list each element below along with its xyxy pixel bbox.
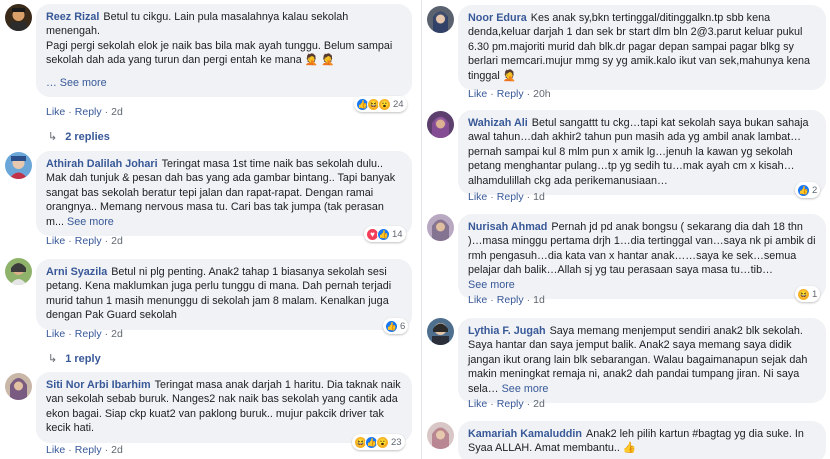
view-replies-link[interactable]: ↳ 2 replies [48, 130, 110, 143]
comment-actions: Like · Reply · 2d [46, 328, 123, 340]
reply-button[interactable]: Reply [497, 88, 524, 100]
replies-count: 2 replies [65, 131, 110, 143]
avatar[interactable] [5, 152, 32, 179]
comment-bubble: Nurisah Ahmad Pernah jd pd anak bongsu ( … [458, 214, 826, 300]
avatar[interactable] [427, 6, 454, 33]
wow-icon: 😮 [376, 435, 389, 449]
timestamp[interactable]: 20h [533, 88, 551, 100]
comment-bubble: Arni Syazila Betul ni plg penting. Anak2 … [36, 259, 412, 330]
see-more-link[interactable]: … See more [46, 76, 402, 90]
reaction-summary[interactable]: 👍 😆 😮 24 [354, 96, 407, 112]
reply-button[interactable]: Reply [497, 294, 524, 306]
comment-author[interactable]: Noor Edura [468, 12, 527, 24]
like-icon: 👍 [385, 319, 398, 333]
wow-icon: 😮 [378, 97, 391, 111]
view-replies-link[interactable]: ↳ 1 reply [48, 352, 101, 365]
comment-bubble: Wahizah Ali Betul sangattt tu ckg…tapi ka… [458, 110, 826, 196]
like-button[interactable]: Like [46, 235, 65, 247]
comment-author[interactable]: Siti Nor Arbi Ibarhim [46, 379, 151, 391]
comment-actions: Like · Reply · 2d [46, 235, 123, 247]
comment-actions: Like · Reply · 2d [46, 106, 123, 118]
timestamp[interactable]: 2d [111, 328, 123, 340]
reply-button[interactable]: Reply [497, 398, 524, 410]
timestamp[interactable]: 2d [533, 398, 545, 410]
see-more-link[interactable]: See more [502, 383, 549, 395]
like-button[interactable]: Like [468, 191, 487, 203]
timestamp[interactable]: 1d [533, 294, 545, 306]
like-icon: 👍 [797, 183, 810, 197]
comment-bubble: Siti Nor Arbi Ibarhim Teringat masa anak … [36, 372, 412, 443]
comment-actions: Like · Reply · 1d [468, 294, 545, 306]
reaction-summary[interactable]: 😆 👍 😮 23 [352, 434, 405, 450]
reaction-count: 24 [393, 98, 404, 110]
comment-author[interactable]: Arni Syazila [46, 266, 107, 278]
reply-arrow-icon: ↳ [48, 353, 58, 365]
timestamp[interactable]: 2d [111, 235, 123, 247]
reply-arrow-icon: ↳ [48, 131, 58, 143]
see-more-link[interactable]: See more [67, 216, 114, 228]
reaction-count: 6 [400, 320, 406, 332]
comment-bubble: Athirah Dalilah Johari Teringat masa 1st … [36, 151, 412, 237]
see-more-link[interactable]: See more [468, 278, 816, 292]
reaction-count: 1 [812, 288, 818, 300]
like-icon: 👍 [377, 227, 390, 241]
reply-button[interactable]: Reply [75, 106, 102, 118]
timestamp[interactable]: 2d [111, 444, 123, 456]
avatar[interactable] [427, 214, 454, 241]
haha-icon: 😆 [797, 287, 810, 301]
reaction-count: 2 [812, 184, 818, 196]
avatar[interactable] [5, 4, 32, 31]
comment-bubble: Reez Rizal Betul tu cikgu. Lain pula masa… [36, 4, 412, 98]
reply-button[interactable]: Reply [75, 444, 102, 456]
timestamp[interactable]: 1d [533, 191, 545, 203]
comment-author[interactable]: Reez Rizal [46, 11, 99, 23]
comment-bubble: Lythia F. Jugah Saya memang menjemput sen… [458, 318, 826, 404]
reply-button[interactable]: Reply [497, 191, 524, 203]
reply-button[interactable]: Reply [75, 235, 102, 247]
reaction-summary[interactable]: 👍 2 [795, 182, 821, 198]
comment-author[interactable]: Lythia F. Jugah [468, 325, 546, 337]
like-button[interactable]: Like [46, 106, 65, 118]
like-button[interactable]: Like [468, 88, 487, 100]
reaction-summary[interactable]: 😆 1 [795, 286, 821, 302]
comment-author[interactable]: Wahizah Ali [468, 117, 528, 129]
comment-author[interactable]: Nurisah Ahmad [468, 221, 547, 233]
comment-actions: Like · Reply · 20h [468, 88, 551, 100]
comment-bubble: Kamariah Kamaluddin Anak2 leh pilih kartu… [458, 421, 826, 459]
comments-column-left: Reez Rizal Betul tu cikgu. Lain pula masa… [0, 0, 415, 459]
timestamp[interactable]: 2d [111, 106, 123, 118]
reaction-summary[interactable]: ♥ 👍 14 [364, 226, 406, 242]
like-button[interactable]: Like [46, 328, 65, 340]
comment-author[interactable]: Athirah Dalilah Johari [46, 158, 158, 170]
reaction-count: 14 [392, 228, 403, 240]
comment-bubble: Noor Edura Kes anak sy,bkn tertinggal/dit… [458, 5, 826, 91]
reaction-summary[interactable]: 👍 6 [383, 318, 409, 334]
comment-actions: Like · Reply · 2d [46, 444, 123, 456]
like-button[interactable]: Like [468, 398, 487, 410]
comment-text: Pagi pergi sekolah elok je naik bas bila… [46, 39, 393, 67]
reply-button[interactable]: Reply [75, 328, 102, 340]
comment-actions: Like · Reply · 1d [468, 191, 545, 203]
avatar[interactable] [5, 373, 32, 400]
avatar[interactable] [5, 258, 32, 285]
avatar[interactable] [427, 318, 454, 345]
comment-actions: Like · Reply · 2d [468, 398, 545, 410]
comments-column-right: Noor Edura Kes anak sy,bkn tertinggal/dit… [421, 0, 830, 459]
replies-count: 1 reply [65, 353, 101, 365]
comment-author[interactable]: Kamariah Kamaluddin [468, 428, 582, 440]
avatar[interactable] [427, 111, 454, 138]
like-button[interactable]: Like [46, 444, 65, 456]
like-button[interactable]: Like [468, 294, 487, 306]
reaction-count: 23 [391, 436, 402, 448]
avatar[interactable] [427, 422, 454, 449]
